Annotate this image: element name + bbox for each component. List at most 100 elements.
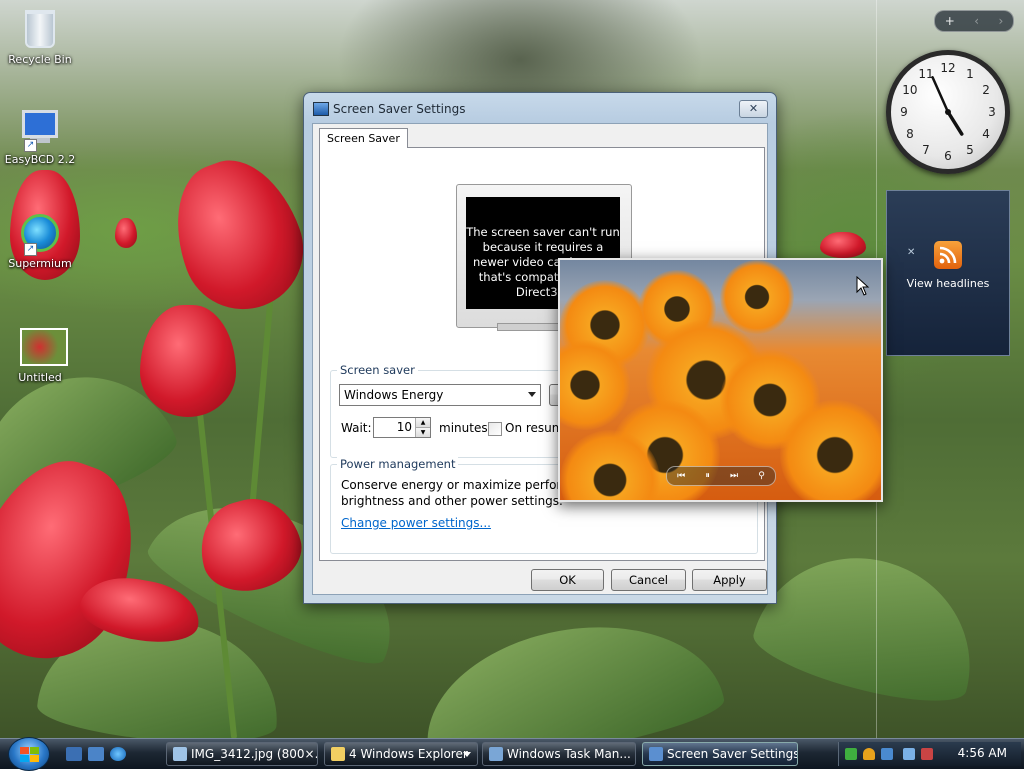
- system-tray: 4:56 AM: [838, 742, 1021, 766]
- photo-preview-toolbar: ⏮ ⏸ ⏭ ⚲: [666, 466, 776, 486]
- supermium-icon: ↗: [20, 214, 60, 256]
- taskbar-item-label: 4 Windows Explorer: [349, 747, 468, 761]
- defender-icon[interactable]: [881, 748, 893, 760]
- windows-logo-icon: [20, 747, 39, 762]
- display-settings-icon: [313, 102, 329, 116]
- tab-screen-saver[interactable]: Screen Saver: [319, 128, 408, 148]
- next-icon[interactable]: ⏭: [730, 471, 738, 481]
- easybcd-icon: ↗: [20, 110, 60, 152]
- flower-decoration: [780, 400, 881, 500]
- switch-windows-icon[interactable]: [88, 747, 104, 761]
- security-shield-icon[interactable]: [863, 748, 875, 760]
- previous-page-button[interactable]: ‹: [974, 14, 979, 28]
- gadget-controls: + ‹ ›: [934, 10, 1014, 32]
- taskbar-item-label: Windows Task Man...: [507, 747, 631, 761]
- taskbar-item-label: Screen Saver Settings: [667, 747, 798, 761]
- volume-muted-icon[interactable]: [921, 748, 933, 760]
- start-button[interactable]: [8, 737, 50, 771]
- taskbar-item-task-manager[interactable]: Windows Task Man...: [482, 742, 636, 766]
- taskbar-item-windows-explorer[interactable]: 4 Windows Explorer: [324, 742, 478, 766]
- add-gadget-button[interactable]: +: [945, 14, 955, 28]
- screen-saver-group-title: Screen saver: [337, 363, 418, 377]
- flower-decoration: [720, 260, 794, 334]
- desktop-icon-label: Untitled: [18, 371, 62, 384]
- minutes-label: minutes: [439, 421, 488, 435]
- photo-preview-popup[interactable]: ⏮ ⏸ ⏭ ⚲: [558, 258, 883, 502]
- taskbar: IMG_3412.jpg (800×... 4 Windows Explorer…: [0, 737, 1024, 771]
- clock-gadget[interactable]: 12 1 2 3 4 5 6 7 8 9 10 11: [886, 50, 1010, 174]
- show-desktop-icon[interactable]: [66, 747, 82, 761]
- taskbar-clock[interactable]: 4:56 AM: [958, 746, 1007, 760]
- desktop-icon-recycle-bin[interactable]: Recycle Bin: [0, 6, 80, 66]
- close-button[interactable]: ✕: [739, 100, 768, 118]
- network-icon[interactable]: [903, 748, 915, 760]
- screen-saver-select[interactable]: Windows Energy: [339, 384, 541, 406]
- clock-numeral: 1: [966, 67, 974, 81]
- clock-numeral: 9: [900, 105, 908, 119]
- taskbar-item-screen-saver-settings[interactable]: Screen Saver Settings: [642, 742, 798, 766]
- desktop-icon-easybcd[interactable]: ↗ EasyBCD 2.2: [0, 108, 80, 166]
- clock-face: 12 12 3 45678 9 1011: [900, 61, 996, 163]
- feed-headlines-gadget[interactable]: ✕ View headlines: [886, 190, 1010, 356]
- leaf-decoration: [411, 604, 729, 738]
- clock-numeral: 8: [906, 127, 914, 141]
- power-management-group-title: Power management: [337, 457, 459, 471]
- spin-up-icon[interactable]: ▲: [415, 418, 430, 427]
- resume-checkbox[interactable]: [488, 422, 502, 436]
- network-activity-icon[interactable]: [845, 748, 857, 760]
- zoom-icon[interactable]: ⚲: [758, 471, 765, 481]
- clock-numeral: 10: [902, 83, 917, 97]
- internet-explorer-icon[interactable]: [110, 747, 126, 761]
- clock-numeral: 6: [944, 149, 952, 163]
- leaf-decoration: [746, 533, 994, 717]
- taskbar-item-label: IMG_3412.jpg (800×...: [191, 747, 318, 761]
- tulip-decoration: [115, 218, 137, 248]
- desktop-icon-untitled[interactable]: Untitled: [0, 324, 80, 384]
- chevron-down-icon: [463, 752, 471, 757]
- clock-numeral: 4: [982, 127, 990, 141]
- screen-saver-selected-value: Windows Energy: [344, 388, 444, 402]
- recycle-bin-icon: [20, 10, 60, 50]
- desktop-icon-label: Recycle Bin: [8, 53, 72, 66]
- wait-value: 10: [396, 420, 412, 434]
- clock-numeral: 11: [918, 67, 933, 81]
- ok-button[interactable]: OK: [531, 569, 604, 591]
- clock-numeral: 12: [940, 61, 955, 75]
- folder-icon: [331, 747, 345, 761]
- desktop-icon-label: Supermium: [8, 257, 72, 270]
- cancel-button[interactable]: Cancel: [611, 569, 686, 591]
- chevron-down-icon: [528, 392, 536, 397]
- clock-minute-hand: [931, 76, 950, 114]
- clock-numeral: 5: [966, 143, 974, 157]
- clock-center: [945, 109, 951, 115]
- dialog-titlebar[interactable]: Screen Saver Settings ✕: [304, 93, 776, 123]
- clock-hour-hand: [946, 110, 964, 136]
- view-headlines-link[interactable]: View headlines: [887, 277, 1009, 290]
- clock-numeral: 7: [922, 143, 930, 157]
- dialog-title: Screen Saver Settings: [333, 102, 466, 116]
- wait-minutes-stepper[interactable]: 10 ▲ ▼: [373, 417, 431, 438]
- rss-icon: [934, 241, 962, 269]
- desktop-icon-label: EasyBCD 2.2: [4, 153, 76, 166]
- spin-down-icon[interactable]: ▼: [415, 427, 430, 437]
- apply-button[interactable]: Apply: [692, 569, 767, 591]
- display-settings-icon: [649, 747, 663, 761]
- previous-icon[interactable]: ⏮: [677, 471, 685, 481]
- photo-viewer-icon: [173, 747, 187, 761]
- tulip-decoration: [140, 305, 236, 417]
- pause-icon[interactable]: ⏸: [705, 471, 710, 481]
- tulip-decoration: [155, 144, 321, 326]
- change-power-settings-link[interactable]: Change power settings...: [341, 516, 491, 530]
- wait-label: Wait:: [341, 421, 372, 435]
- desktop-icon-supermium[interactable]: ↗ Supermium: [0, 214, 80, 270]
- task-manager-icon: [489, 747, 503, 761]
- next-page-button[interactable]: ›: [998, 14, 1003, 28]
- taskbar-item-photo-viewer[interactable]: IMG_3412.jpg (800×...: [166, 742, 318, 766]
- gadget-close-icon[interactable]: ✕: [907, 247, 915, 258]
- clock-numeral: 3: [988, 105, 996, 119]
- mouse-cursor-icon: [856, 276, 870, 296]
- image-file-icon: [20, 328, 68, 368]
- clock-numeral: 2: [982, 83, 990, 97]
- power-description-line-2: brightness and other power settings.: [341, 494, 563, 508]
- tulip-decoration: [820, 232, 866, 258]
